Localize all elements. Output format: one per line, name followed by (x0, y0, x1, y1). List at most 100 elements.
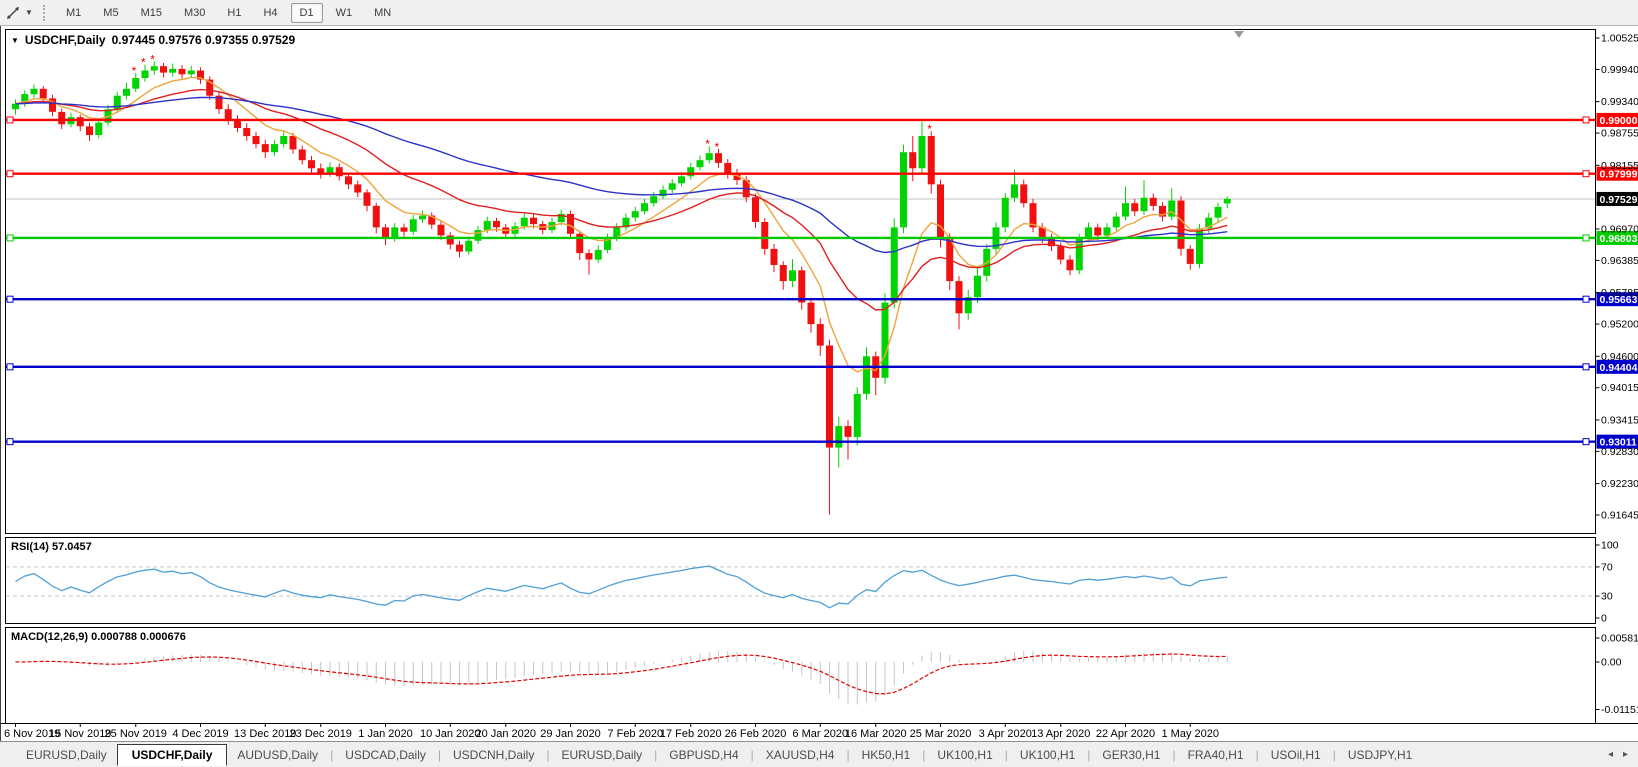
chart-tab-fra40-h1[interactable]: FRA40,H1 (1178, 745, 1254, 765)
timeframe-button-D1[interactable]: D1 (291, 3, 323, 23)
chart-tab-uk100-h1[interactable]: UK100,H1 (927, 745, 1002, 765)
timeframe-button-MN[interactable]: MN (365, 3, 400, 23)
timeframe-button-M30[interactable]: M30 (175, 3, 214, 23)
line-handle[interactable] (7, 117, 13, 123)
chart-symbol-label: USDCHF,Daily (25, 33, 106, 47)
svg-text:0.91645: 0.91645 (1601, 510, 1638, 522)
chart-tab-xauusd-h4[interactable]: XAUUSD,H4 (756, 745, 845, 765)
svg-text:0.98155: 0.98155 (1601, 160, 1638, 172)
svg-text:0.93415: 0.93415 (1601, 414, 1638, 426)
tab-separator: | (654, 748, 657, 762)
chart-tab-uk100-h1[interactable]: UK100,H1 (1010, 745, 1085, 765)
svg-text:0.99940: 0.99940 (1601, 64, 1638, 76)
date-label: 23 Dec 2019 (290, 728, 352, 740)
date-label: 17 Feb 2020 (660, 728, 722, 740)
tab-separator: | (1172, 748, 1175, 762)
price-axis[interactable]: 1.005250.999400.993400.987550.981550.969… (1596, 33, 1638, 522)
line-handle[interactable] (7, 171, 13, 177)
line-handle[interactable] (7, 235, 13, 241)
svg-text:0.94015: 0.94015 (1601, 382, 1638, 394)
date-label: 7 Feb 2020 (607, 728, 663, 740)
line-handle[interactable] (1583, 439, 1589, 445)
peak-mark: * (715, 140, 720, 154)
chart-tab-ger30-h1[interactable]: GER30,H1 (1092, 745, 1170, 765)
svg-text:30: 30 (1601, 591, 1613, 603)
chart-tab-usdjpy-h1[interactable]: USDJPY,H1 (1338, 745, 1422, 765)
date-label: 25 Nov 2019 (105, 728, 167, 740)
timeframe-button-M1[interactable]: M1 (57, 3, 90, 23)
top-toolbar: ▼ M1M5M15M30H1H4D1W1MN (0, 0, 1638, 26)
date-label: 1 Jan 2020 (358, 728, 412, 740)
date-label: 22 Apr 2020 (1096, 728, 1155, 740)
peak-mark: * (705, 137, 710, 151)
timeframe-button-H1[interactable]: H1 (218, 3, 250, 23)
chart-tab-hk50-h1[interactable]: HK50,H1 (852, 745, 921, 765)
line-handle[interactable] (7, 296, 13, 302)
line-handle[interactable] (1583, 235, 1589, 241)
svg-text:0.99000: 0.99000 (1600, 115, 1638, 127)
date-label: 25 Mar 2020 (910, 728, 972, 740)
chart-tab-audusd-daily[interactable]: AUDUSD,Daily (227, 745, 328, 765)
line-handle[interactable] (1583, 296, 1589, 302)
chart-tab-gbpusd-h4[interactable]: GBPUSD,H4 (659, 745, 748, 765)
line-handle[interactable] (7, 364, 13, 370)
chart-tab-bar: EURUSD,DailyUSDCHF,DailyAUDUSD,Daily|USD… (0, 741, 1638, 767)
svg-text:100: 100 (1601, 540, 1619, 552)
chart-tab-usoil-h1[interactable]: USOil,H1 (1261, 745, 1331, 765)
tab-separator: | (1087, 748, 1090, 762)
svg-text:0.92830: 0.92830 (1601, 446, 1638, 458)
toolbar-grip[interactable] (43, 5, 47, 21)
cursor-tool-dropdown-icon[interactable]: ▼ (23, 8, 35, 17)
date-label: 29 Jan 2020 (540, 728, 601, 740)
peak-mark: * (927, 122, 932, 136)
chart-tab-usdchf-daily[interactable]: USDCHF,Daily (117, 744, 228, 766)
peak-mark: * (141, 56, 146, 70)
timeframe-button-M15[interactable]: M15 (132, 3, 171, 23)
svg-text:0.95785: 0.95785 (1601, 287, 1638, 299)
chart-title[interactable]: ▼ USDCHF,Daily 0.97445 0.97576 0.97355 0… (11, 33, 295, 47)
chart-canvas[interactable]: ******0.990000.979990.968030.956630.9440… (1, 26, 1638, 741)
chart-tab-usdcad-daily[interactable]: USDCAD,Daily (335, 745, 436, 765)
svg-text:0.92230: 0.92230 (1601, 478, 1638, 490)
chart-tab-usdcnh-daily[interactable]: USDCNH,Daily (443, 745, 544, 765)
tab-scroll-left-icon[interactable]: ◂ (1608, 749, 1613, 760)
tab-separator: | (1333, 748, 1336, 762)
macd-panel[interactable] (6, 628, 1596, 724)
timeframe-button-H4[interactable]: H4 (254, 3, 286, 23)
svg-text:0.95200: 0.95200 (1601, 319, 1638, 331)
svg-text:0.96385: 0.96385 (1601, 255, 1638, 267)
svg-text:0.98755: 0.98755 (1601, 128, 1638, 140)
line-handle[interactable] (7, 439, 13, 445)
peak-mark: * (150, 52, 155, 66)
macd-indicator-label: MACD(12,26,9) 0.000788 0.000676 (11, 631, 186, 643)
svg-text:0: 0 (1601, 613, 1607, 625)
tab-separator: | (438, 748, 441, 762)
date-label: 3 Apr 2020 (979, 728, 1032, 740)
tab-nav: ◂ ▸ (1608, 749, 1628, 760)
line-handle[interactable] (1583, 117, 1589, 123)
chart-tab-eurusd-daily[interactable]: EURUSD,Daily (16, 745, 117, 765)
macd-axis[interactable]: 0.005818 0.00 -0.011514 (1596, 633, 1638, 716)
svg-text:1.00525: 1.00525 (1601, 33, 1638, 45)
date-label: 26 Feb 2020 (725, 728, 787, 740)
date-label: 10 Jan 2020 (420, 728, 481, 740)
time-axis[interactable]: 6 Nov 201915 Nov 201925 Nov 20194 Dec 20… (1, 724, 1638, 741)
crosshair-cursor-icon[interactable] (3, 4, 23, 22)
line-handle[interactable] (1583, 364, 1589, 370)
tab-separator: | (751, 748, 754, 762)
line-handle[interactable] (1583, 171, 1589, 177)
timeframe-button-M5[interactable]: M5 (94, 3, 127, 23)
chart-tab-eurusd-daily[interactable]: EURUSD,Daily (551, 745, 652, 765)
tab-scroll-right-icon[interactable]: ▸ (1623, 749, 1628, 760)
svg-text:0.00: 0.00 (1601, 657, 1622, 669)
date-label: 16 Mar 2020 (845, 728, 907, 740)
rsi-panel[interactable] (6, 538, 1596, 624)
rsi-axis[interactable]: 10070300 (1596, 540, 1619, 625)
svg-text:0.005818: 0.005818 (1601, 633, 1638, 645)
chart-workspace[interactable]: ******0.990000.979990.968030.956630.9440… (0, 26, 1638, 741)
date-label: 1 May 2020 (1162, 728, 1219, 740)
timeframe-button-W1[interactable]: W1 (327, 3, 362, 23)
chevron-down-icon: ▼ (11, 36, 19, 45)
tab-separator: | (546, 748, 549, 762)
svg-text:-0.011514: -0.011514 (1601, 704, 1638, 716)
